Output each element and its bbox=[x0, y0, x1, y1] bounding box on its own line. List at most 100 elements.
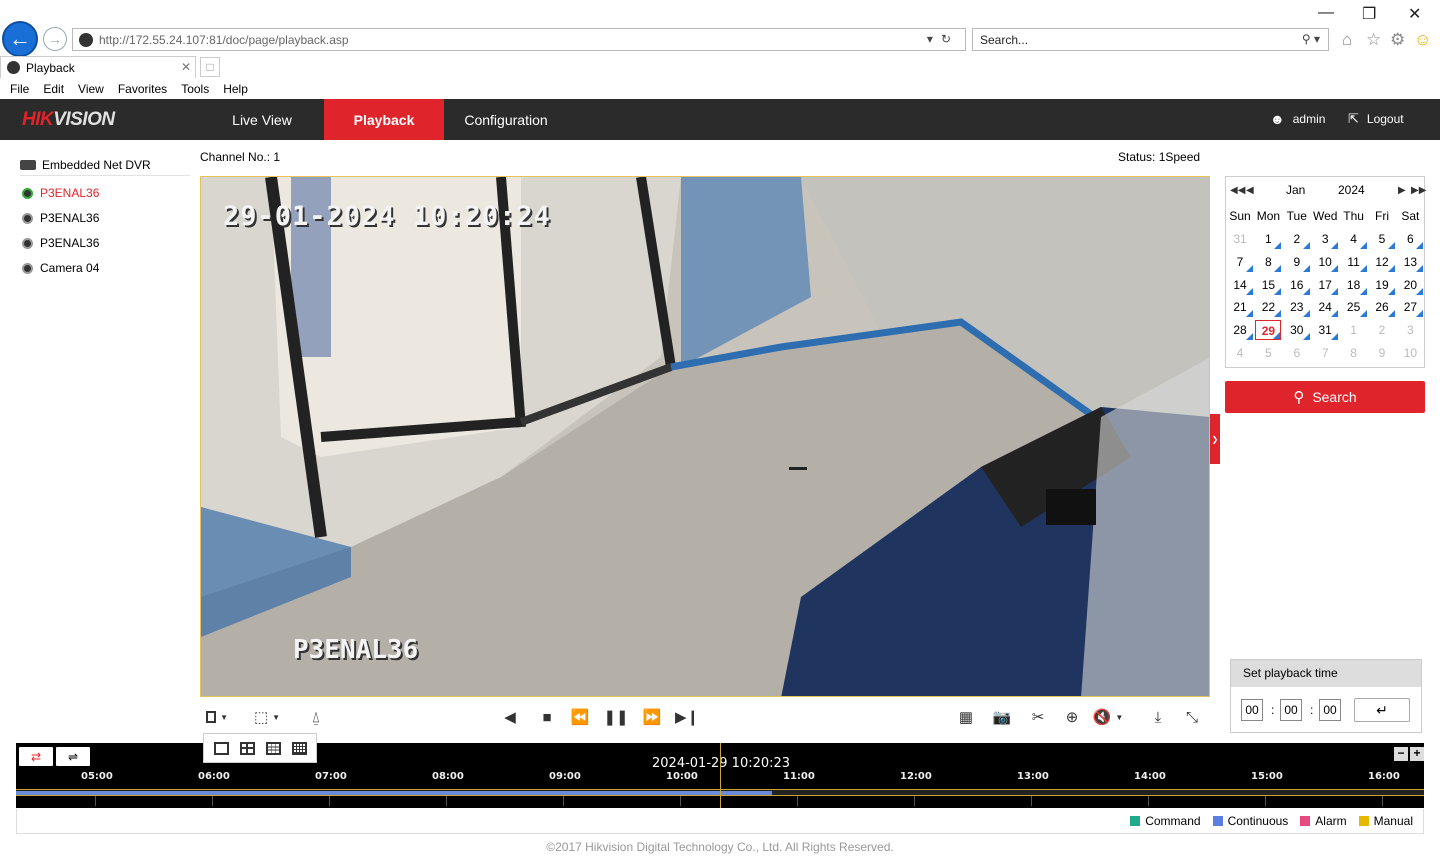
maximize-icon[interactable]: ❐ bbox=[1362, 4, 1376, 24]
calendar-day[interactable]: 26 bbox=[1369, 297, 1395, 318]
refresh-icon[interactable]: ▾↻ bbox=[927, 32, 959, 46]
calendar-day-other[interactable]: 2 bbox=[1369, 320, 1395, 340]
nav-live-view[interactable]: Live View bbox=[200, 99, 324, 140]
timeline-cursor[interactable] bbox=[720, 743, 721, 808]
nav-configuration[interactable]: Configuration bbox=[444, 99, 568, 140]
go-to-time-button[interactable]: ↵ bbox=[1354, 698, 1410, 722]
menu-view[interactable]: View bbox=[78, 82, 104, 96]
speed-up-icon[interactable]: ⏩ bbox=[641, 706, 663, 728]
device-tree-root[interactable]: Embedded Net DVR bbox=[20, 154, 190, 176]
calendar-day[interactable]: 12 bbox=[1369, 252, 1395, 272]
single-frame-icon[interactable]: ▶❙ bbox=[675, 706, 699, 728]
smiley-icon[interactable]: ☺ bbox=[1414, 30, 1431, 50]
minimize-icon[interactable]: — bbox=[1318, 4, 1334, 22]
back-button[interactable]: ← bbox=[2, 21, 38, 57]
menu-file[interactable]: File bbox=[10, 82, 29, 96]
calendar-day[interactable]: 10 bbox=[1312, 252, 1339, 272]
tab-close-icon[interactable]: ✕ bbox=[181, 60, 191, 74]
timeline-toggle-icon[interactable]: ⇄ bbox=[19, 747, 53, 766]
calendar-year[interactable]: 2024 bbox=[1338, 183, 1365, 197]
audio-mute-icon[interactable]: 🔇 ▼ bbox=[1093, 706, 1124, 728]
next-year-icon[interactable]: ▶▶ bbox=[1411, 185, 1426, 196]
calendar-day[interactable]: 31 bbox=[1312, 320, 1339, 341]
calendar-day[interactable]: 6 bbox=[1397, 229, 1424, 249]
calendar-day[interactable]: 3 bbox=[1312, 229, 1339, 249]
hour-input[interactable]: 00 bbox=[1241, 699, 1263, 721]
calendar-month[interactable]: Jan bbox=[1286, 183, 1305, 197]
zoom-out-button[interactable]: − bbox=[1394, 747, 1408, 761]
forward-button[interactable]: → bbox=[43, 27, 67, 51]
menu-edit[interactable]: Edit bbox=[43, 82, 64, 96]
calendar-day[interactable]: 13 bbox=[1397, 252, 1424, 272]
calendar-day-other[interactable]: 4 bbox=[1227, 343, 1253, 363]
zoom-in-button[interactable]: + bbox=[1410, 747, 1424, 761]
browser-search-input[interactable]: Search... ⚲ ▾ bbox=[972, 28, 1329, 51]
calendar-day-other[interactable]: 5 bbox=[1255, 343, 1281, 363]
camera-item-3[interactable]: P3ENAL36 bbox=[22, 233, 99, 253]
calendar-day[interactable]: 24 bbox=[1312, 297, 1339, 318]
calendar-day[interactable]: 23 bbox=[1284, 297, 1310, 318]
stop-icon[interactable]: ■ bbox=[536, 706, 558, 728]
home-icon[interactable]: ⌂ bbox=[1342, 30, 1352, 50]
calendar-day[interactable]: 20 bbox=[1397, 275, 1424, 295]
calendar-day-other[interactable]: 10 bbox=[1397, 343, 1423, 363]
search-button[interactable]: ⚲ Search bbox=[1225, 381, 1425, 413]
calendar-day[interactable]: 15 bbox=[1255, 275, 1282, 295]
camera-item-1[interactable]: P3ENAL36 bbox=[22, 183, 99, 203]
calendar-day[interactable]: 17 bbox=[1312, 275, 1339, 295]
calendar-day-other[interactable]: 9 bbox=[1369, 343, 1395, 363]
timeline-filter-icon[interactable]: ⇌ bbox=[56, 747, 90, 766]
menu-favorites[interactable]: Favorites bbox=[118, 82, 167, 96]
camera-item-2[interactable]: P3ENAL36 bbox=[22, 208, 99, 228]
layout-2x2-icon[interactable] bbox=[239, 741, 255, 755]
calendar-day[interactable]: 4 bbox=[1341, 229, 1367, 249]
address-bar[interactable]: http://172.55.24.107:81/doc/page/playbac… bbox=[72, 28, 966, 51]
calendar-day[interactable]: 16 bbox=[1284, 275, 1310, 295]
sync-playback-icon[interactable]: ⍙ bbox=[305, 706, 327, 728]
prev-month-icon[interactable]: ◀ bbox=[1246, 185, 1254, 196]
camera-item-4[interactable]: Camera 04 bbox=[22, 258, 99, 278]
calendar-day[interactable]: 1 bbox=[1255, 229, 1282, 249]
calendar-day-other[interactable]: 1 bbox=[1341, 320, 1367, 340]
video-player[interactable]: 29-01-2024 10:20:24 P3ENAL36 bbox=[200, 176, 1210, 697]
search-icon[interactable]: ⚲ ▾ bbox=[1302, 32, 1320, 46]
calendar-day[interactable]: 9 bbox=[1284, 252, 1310, 272]
reverse-play-icon[interactable]: ◀ bbox=[499, 706, 521, 728]
calendar-day[interactable]: 2 bbox=[1284, 229, 1310, 249]
nav-playback[interactable]: Playback bbox=[324, 99, 444, 140]
capture-icon[interactable]: 📷 bbox=[991, 706, 1013, 728]
calendar-day-other[interactable]: 8 bbox=[1341, 343, 1367, 363]
close-icon[interactable]: ✕ bbox=[1408, 4, 1421, 24]
next-month-icon[interactable]: ▶ bbox=[1398, 185, 1406, 196]
calendar-day-other[interactable]: 3 bbox=[1397, 320, 1423, 340]
calendar-day-other[interactable]: 31 bbox=[1227, 229, 1253, 249]
layout-1x1-icon[interactable] bbox=[213, 741, 229, 755]
browser-tab[interactable]: Playback ✕ bbox=[0, 56, 196, 78]
user-menu[interactable]: ☻ admin bbox=[1270, 111, 1325, 127]
calendar-day[interactable]: 14 bbox=[1227, 275, 1253, 295]
calendar-day[interactable]: 21 bbox=[1227, 297, 1253, 318]
calendar-day[interactable]: 25 bbox=[1341, 297, 1367, 318]
collapse-panel-handle[interactable]: ❯ bbox=[1210, 414, 1220, 464]
pause-icon[interactable]: ❚❚ bbox=[603, 706, 628, 728]
calendar-day[interactable]: 28 bbox=[1227, 320, 1253, 341]
download-icon[interactable]: ⤓ bbox=[1147, 706, 1169, 728]
menu-help[interactable]: Help bbox=[223, 82, 248, 96]
calendar-day[interactable]: 11 bbox=[1341, 252, 1367, 272]
calendar-day[interactable]: 30 bbox=[1284, 320, 1310, 341]
calendar-day-other[interactable]: 7 bbox=[1312, 343, 1338, 363]
calendar-day[interactable]: 29 bbox=[1255, 320, 1282, 341]
prev-year-icon[interactable]: ◀◀ bbox=[1230, 185, 1245, 196]
new-tab-button[interactable]: □ bbox=[200, 57, 220, 77]
calendar-day[interactable]: 22 bbox=[1255, 297, 1282, 318]
region-select-button[interactable]: ⬚ ▼ bbox=[254, 706, 280, 728]
calendar-day[interactable]: 27 bbox=[1397, 297, 1424, 318]
favorites-star-icon[interactable]: ☆ bbox=[1366, 30, 1381, 50]
calendar-day[interactable]: 19 bbox=[1369, 275, 1395, 295]
menu-tools[interactable]: Tools bbox=[181, 82, 209, 96]
logout-button[interactable]: ⇱ Logout bbox=[1348, 111, 1404, 127]
fullscreen-icon[interactable]: ⤡ bbox=[1181, 706, 1203, 728]
window-split-button[interactable]: ▼ bbox=[206, 706, 228, 728]
calendar-day[interactable]: 5 bbox=[1369, 229, 1395, 249]
stop-all-icon[interactable]: ▦ bbox=[955, 706, 977, 728]
